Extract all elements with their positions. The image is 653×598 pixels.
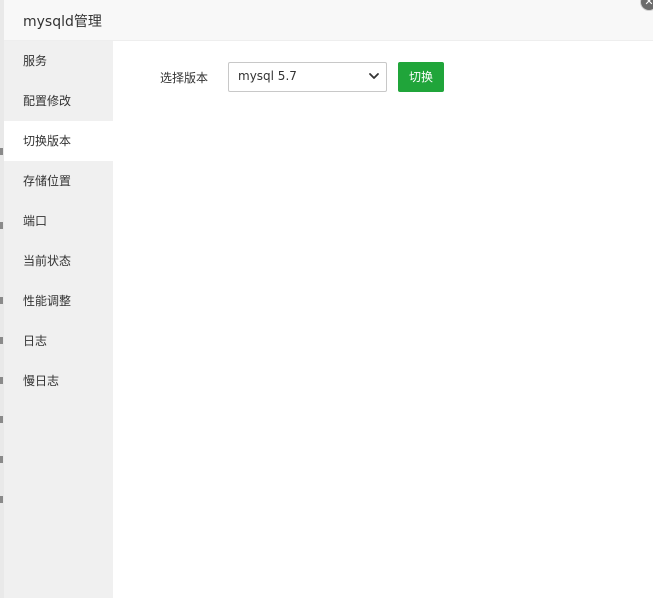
sidebar-item-storage-location[interactable]: 存储位置: [4, 161, 113, 201]
main-content: 选择版本 mysql 5.7 切换: [113, 41, 653, 598]
select-version-label: 选择版本: [160, 71, 209, 85]
edge-mark: [0, 297, 3, 304]
sidebar-item-slow-log[interactable]: 慢日志: [4, 361, 113, 401]
sidebar-item-config-edit[interactable]: 配置修改: [4, 81, 113, 121]
version-select-value: mysql 5.7: [238, 69, 297, 83]
edge-mark: [0, 222, 3, 229]
sidebar-item-service[interactable]: 服务: [4, 41, 113, 81]
edge-mark: [0, 496, 3, 503]
version-select[interactable]: mysql 5.7: [228, 62, 387, 92]
mysqld-manager-dialog: mysqld管理 ✕ 服务 配置修改 切换版本 存储位置 端口 当前状态 性能调…: [4, 0, 653, 598]
sidebar-item-performance-tuning[interactable]: 性能调整: [4, 281, 113, 321]
edge-mark: [0, 377, 3, 384]
edge-mark: [0, 416, 3, 423]
switch-button[interactable]: 切换: [398, 62, 444, 92]
sidebar-item-log[interactable]: 日志: [4, 321, 113, 361]
version-select-row: 选择版本 mysql 5.7 切换: [113, 62, 653, 92]
edge-mark: [0, 337, 3, 344]
edge-mark: [0, 148, 3, 155]
dialog-title: mysqld管理: [23, 14, 102, 30]
sidebar-item-port[interactable]: 端口: [4, 201, 113, 241]
sidebar-item-switch-version[interactable]: 切换版本: [4, 121, 113, 161]
edge-mark: [0, 456, 3, 463]
sidebar-item-current-status[interactable]: 当前状态: [4, 241, 113, 281]
dialog-title-bar[interactable]: mysqld管理: [4, 0, 653, 41]
sidebar-menu: 服务 配置修改 切换版本 存储位置 端口 当前状态 性能调整 日志 慢日志: [4, 41, 113, 598]
chevron-down-icon: [369, 73, 379, 79]
